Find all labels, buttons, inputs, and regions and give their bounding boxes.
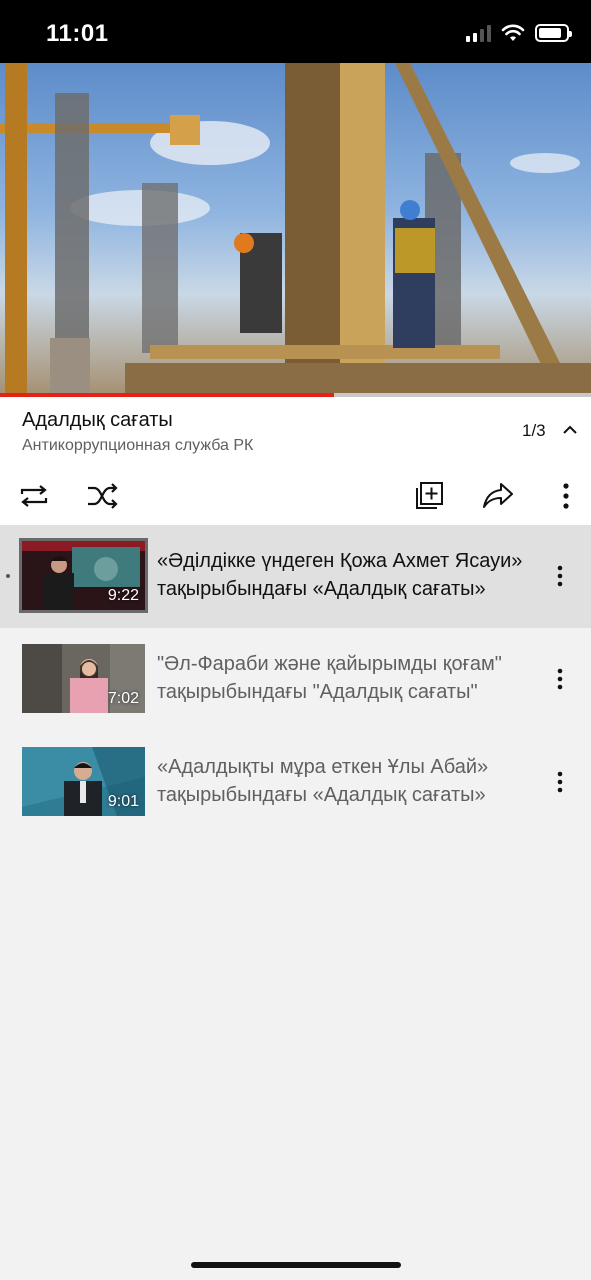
video-thumbnail[interactable]: 9:01 — [22, 747, 145, 816]
status-icons — [466, 24, 572, 42]
cellular-signal-icon — [466, 24, 491, 42]
video-title[interactable]: «Адалдықты мұра еткен Ұлы Абай» тақырыбы… — [157, 753, 529, 809]
video-thumbnail[interactable]: 7:02 — [22, 644, 145, 713]
playlist-header: Адалдық сағаты Антикоррупционная служба … — [0, 397, 591, 525]
status-time: 11:01 — [46, 20, 109, 47]
video-player[interactable] — [0, 63, 591, 393]
share-icon[interactable] — [482, 481, 514, 511]
video-title[interactable]: "Әл-Фараби және қайырымды қоғам" тақырыб… — [157, 650, 529, 706]
video-duration: 9:22 — [107, 587, 139, 604]
playlist-item[interactable]: 7:02 "Әл-Фараби және қайырымды қоғам" та… — [0, 628, 591, 731]
more-options-icon[interactable] — [561, 481, 571, 511]
more-options-icon[interactable] — [556, 770, 564, 794]
shuffle-icon[interactable] — [86, 481, 120, 511]
chevron-up-icon[interactable] — [562, 423, 578, 435]
video-duration: 9:01 — [107, 793, 139, 810]
repeat-icon[interactable] — [18, 481, 50, 511]
video-thumbnail[interactable]: 9:22 — [19, 538, 148, 613]
status-bar: 11:01 — [0, 0, 591, 63]
video-frame-construction-site — [0, 63, 591, 393]
home-indicator[interactable] — [191, 1262, 401, 1268]
playlist-item[interactable]: 9:01 «Адалдықты мұра еткен Ұлы Абай» тақ… — [0, 731, 591, 834]
wifi-icon — [501, 24, 525, 41]
playlist-title: Адалдық сағаты — [22, 409, 173, 431]
playlist-channel[interactable]: Антикоррупционная служба РК — [22, 437, 253, 455]
video-duration: 7:02 — [107, 690, 139, 707]
battery-icon — [535, 24, 572, 42]
playlist-item[interactable]: 9:22 «Әділдікке үндеген Қожа Ахмет Ясауи… — [0, 525, 591, 628]
now-playing-indicator — [6, 574, 10, 578]
video-title[interactable]: «Әділдікке үндеген Қожа Ахмет Ясауи» тақ… — [157, 547, 529, 603]
playlist-position: 1/3 — [522, 421, 546, 440]
more-options-icon[interactable] — [556, 667, 564, 691]
save-to-playlist-icon[interactable] — [415, 481, 445, 511]
more-options-icon[interactable] — [556, 564, 564, 588]
